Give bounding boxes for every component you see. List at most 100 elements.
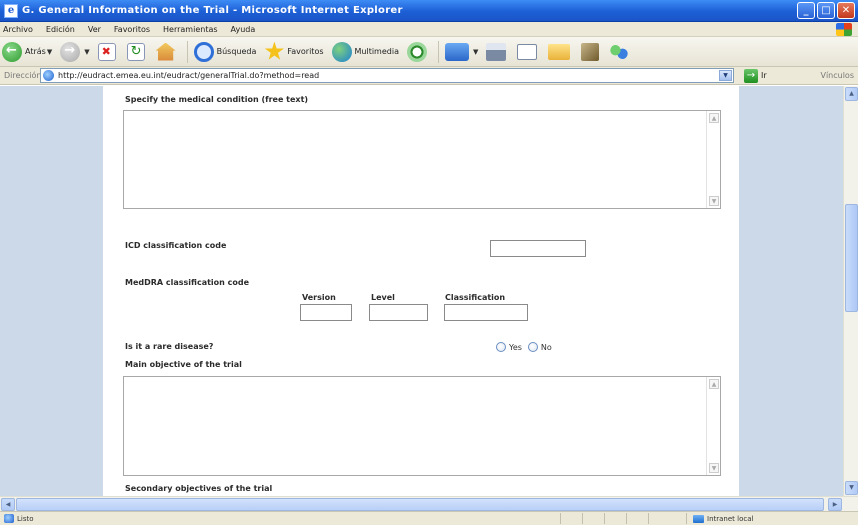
favorites-label: Favoritos <box>287 47 324 56</box>
refresh-button[interactable] <box>126 40 148 64</box>
icd-code-label: ICD classification code <box>125 241 227 250</box>
history-icon <box>406 41 427 62</box>
trial-form: Specify the medical condition (free text… <box>103 86 739 496</box>
back-button[interactable]: Atrás ▼ <box>2 40 52 64</box>
go-label: Ir <box>761 71 767 80</box>
page-status-icon <box>4 514 14 523</box>
textarea-scrollbar[interactable]: ▲ ▼ <box>706 377 720 475</box>
search-button[interactable]: Búsqueda <box>193 40 257 64</box>
mail-dropdown-icon[interactable]: ▼ <box>473 48 478 56</box>
scroll-down-icon[interactable]: ▼ <box>709 196 719 206</box>
print-button[interactable] <box>486 40 509 64</box>
status-cell <box>582 513 604 524</box>
back-arrow-icon <box>2 41 22 62</box>
page-icon <box>43 70 54 81</box>
window-title: G. General Information on the Trial - Mi… <box>22 5 403 16</box>
window-controls: _ □ ✕ <box>797 2 855 19</box>
back-dropdown-icon[interactable]: ▼ <box>47 48 52 56</box>
vertical-scrollbar[interactable]: ▲ ▼ <box>843 86 858 496</box>
page-viewport: Specify the medical condition (free text… <box>0 86 843 496</box>
right-margin-panel <box>739 86 843 496</box>
address-input[interactable]: http://eudract.emea.eu.int/eudract/gener… <box>40 68 734 83</box>
textarea-scrollbar[interactable]: ▲ ▼ <box>706 111 720 208</box>
toolbar: Atrás ▼ ▼ Búsqueda Favoritos Multimedia … <box>0 37 858 67</box>
status-cells <box>560 513 670 524</box>
radio-yes-label: Yes <box>509 342 522 352</box>
status-bar: Listo Intranet local <box>0 511 858 525</box>
search-label: Búsqueda <box>216 47 257 56</box>
maximize-button[interactable]: □ <box>817 2 835 19</box>
menu-archivo[interactable]: Archivo <box>3 25 33 34</box>
menu-ayuda[interactable]: Ayuda <box>231 25 256 34</box>
radio-no[interactable] <box>527 342 538 352</box>
scroll-down-arrow-icon[interactable]: ▼ <box>845 481 858 495</box>
stop-button[interactable] <box>97 40 119 64</box>
multimedia-label: Multimedia <box>354 47 399 56</box>
status-cell <box>626 513 648 524</box>
printer-icon <box>486 42 507 61</box>
menu-favoritos[interactable]: Favoritos <box>114 25 150 34</box>
horizontal-scrollbar[interactable]: ◀ ▶ <box>0 496 858 511</box>
horizontal-scroll-thumb[interactable] <box>16 498 824 511</box>
radio-yes[interactable] <box>496 342 506 352</box>
edit-button[interactable] <box>517 40 540 64</box>
scroll-left-arrow-icon[interactable]: ◀ <box>1 498 15 511</box>
windows-logo-icon <box>836 23 852 36</box>
edit-icon <box>517 43 538 60</box>
messenger-button[interactable] <box>610 40 631 64</box>
meddra-level-header: Level <box>371 293 395 302</box>
go-button[interactable]: → Ir <box>744 68 767 83</box>
status-cell <box>648 513 670 524</box>
status-text: Listo <box>17 514 34 523</box>
refresh-icon <box>126 42 145 61</box>
forward-dropdown-icon[interactable]: ▼ <box>84 48 89 56</box>
forward-button[interactable]: ▼ <box>60 40 90 64</box>
scroll-up-arrow-icon[interactable]: ▲ <box>845 87 858 101</box>
security-zone[interactable]: Intranet local <box>686 513 753 524</box>
favorites-star-icon <box>264 41 284 60</box>
close-button[interactable]: ✕ <box>837 2 855 19</box>
meddra-version-input[interactable] <box>300 304 352 321</box>
address-label: Dirección <box>4 71 42 80</box>
zone-label: Intranet local <box>707 514 754 523</box>
go-arrow-icon: → <box>744 68 758 83</box>
history-button[interactable] <box>406 40 430 64</box>
radio-no-label: No <box>540 342 552 352</box>
meddra-classification-input[interactable] <box>444 304 528 321</box>
menu-ver[interactable]: Ver <box>88 25 101 34</box>
menu-edicion[interactable]: Edición <box>46 25 75 34</box>
stop-icon <box>97 42 116 61</box>
medical-condition-label: Specify the medical condition (free text… <box>125 95 309 104</box>
address-url[interactable]: http://eudract.emea.eu.int/eudract/gener… <box>58 71 319 80</box>
rare-disease-no-option[interactable]: No <box>527 342 552 352</box>
rare-disease-yes-option[interactable]: Yes <box>496 342 522 352</box>
messenger-icon <box>610 42 629 61</box>
meddra-level-input[interactable] <box>369 304 428 321</box>
vertical-scroll-thumb[interactable] <box>845 204 858 312</box>
scroll-up-icon[interactable]: ▲ <box>709 379 719 389</box>
secondary-objectives-label: Secondary objectives of the trial <box>125 484 273 493</box>
mail-button[interactable]: ▼ <box>444 40 478 64</box>
menu-herramientas[interactable]: Herramientas <box>163 25 218 34</box>
meddra-code-label: MedDRA classification code <box>125 278 250 287</box>
multimedia-button[interactable]: Multimedia <box>331 40 399 64</box>
address-bar: Dirección http://eudract.emea.eu.int/eud… <box>0 67 858 85</box>
left-margin-panel <box>0 86 103 496</box>
home-button[interactable] <box>155 40 179 64</box>
links-label[interactable]: Vínculos <box>820 71 854 80</box>
minimize-button[interactable]: _ <box>797 2 815 19</box>
medical-condition-textarea[interactable]: ▲ ▼ <box>123 110 721 209</box>
research-button[interactable] <box>581 40 602 64</box>
scroll-up-icon[interactable]: ▲ <box>709 113 719 123</box>
intranet-zone-icon <box>693 514 704 523</box>
icd-code-input[interactable] <box>490 240 586 257</box>
scroll-right-arrow-icon[interactable]: ▶ <box>828 498 842 511</box>
address-dropdown-icon[interactable]: ▼ <box>719 70 732 81</box>
favorites-button[interactable]: Favoritos <box>264 40 324 64</box>
folder-button[interactable] <box>548 40 573 64</box>
multimedia-icon <box>331 41 352 62</box>
ie-app-icon: e <box>4 3 18 18</box>
scroll-down-icon[interactable]: ▼ <box>709 463 719 473</box>
main-objective-textarea[interactable]: ▲ ▼ <box>123 376 721 476</box>
home-icon <box>155 42 176 61</box>
